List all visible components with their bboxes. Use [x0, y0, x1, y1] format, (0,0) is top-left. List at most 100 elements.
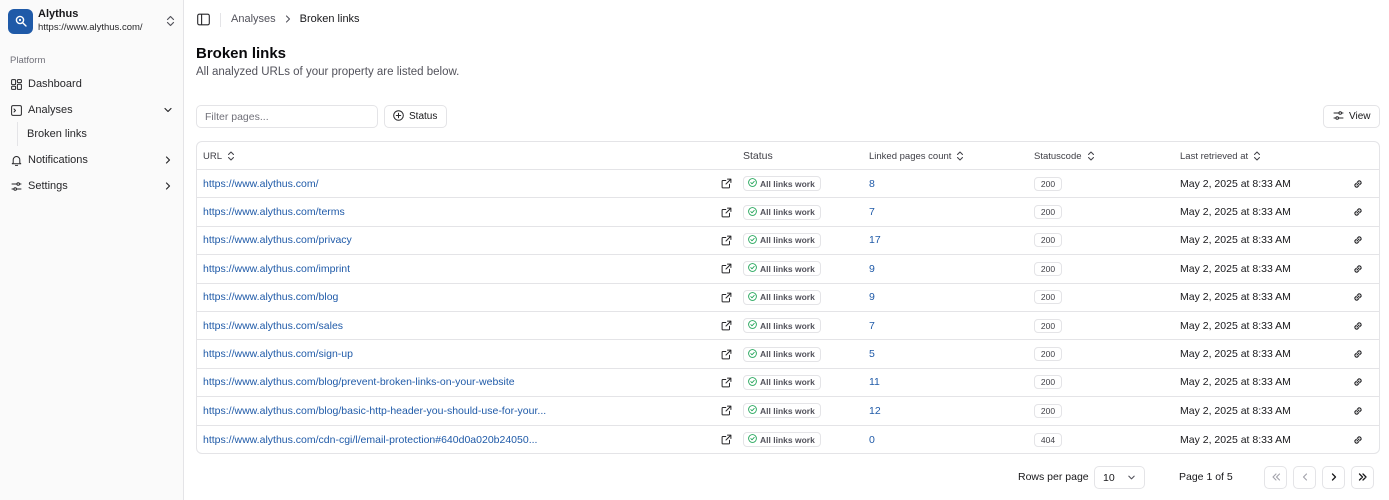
- sidebar-item-analyses[interactable]: Analyses: [8, 99, 176, 121]
- rows-per-page-value: 10: [1103, 471, 1115, 484]
- status-cell: All links work: [743, 397, 821, 424]
- external-link-icon[interactable]: [719, 426, 733, 453]
- external-link-icon[interactable]: [719, 397, 733, 424]
- statuscode-cell: 200: [1034, 255, 1062, 282]
- status-badge: All links work: [743, 374, 821, 390]
- page-indicator: Page 1 of 5: [1179, 471, 1233, 483]
- linked-pages-count[interactable]: 17: [869, 227, 881, 254]
- link-icon[interactable]: [1351, 369, 1365, 396]
- external-link-icon[interactable]: [719, 340, 733, 367]
- statuscode-badge: 200: [1034, 261, 1062, 276]
- column-header-last-retrieved[interactable]: Last retrieved at: [1180, 142, 1261, 170]
- table-row: https://www.alythus.com/imprint All links…: [197, 255, 1379, 284]
- link-icon[interactable]: [1351, 312, 1365, 339]
- link-icon[interactable]: [1351, 397, 1365, 424]
- last-page-button[interactable]: [1351, 466, 1374, 489]
- sidebar-item-notifications[interactable]: Notifications: [8, 149, 176, 171]
- link-icon[interactable]: [1351, 198, 1365, 225]
- first-page-button[interactable]: [1264, 466, 1287, 489]
- linked-pages-count[interactable]: 7: [869, 312, 875, 339]
- sidebar-subitem-broken-links[interactable]: Broken links: [27, 124, 87, 144]
- url-link[interactable]: https://www.alythus.com/blog/prevent-bro…: [203, 369, 515, 396]
- external-link-icon[interactable]: [719, 284, 733, 311]
- sidebar-item-dashboard[interactable]: Dashboard: [8, 73, 176, 95]
- status-badge: All links work: [743, 318, 821, 334]
- linked-pages-count[interactable]: 5: [869, 340, 875, 367]
- linked-pages-count[interactable]: 7: [869, 198, 875, 225]
- sidebar-toggle-icon[interactable]: [197, 13, 211, 27]
- status-cell: All links work: [743, 170, 821, 197]
- linked-pages-count[interactable]: 9: [869, 255, 875, 282]
- check-circle-icon: [748, 206, 757, 218]
- external-link-icon[interactable]: [719, 369, 733, 396]
- filter-pages-input[interactable]: [196, 105, 378, 128]
- url-link[interactable]: https://www.alythus.com/sales: [203, 312, 343, 339]
- org-switcher[interactable]: Alythus https://www.alythus.com/: [8, 6, 176, 36]
- statuscode-cell: 200: [1034, 198, 1062, 225]
- column-header-statuscode[interactable]: Statuscode: [1034, 142, 1095, 170]
- link-icon[interactable]: [1351, 284, 1365, 311]
- external-link-icon[interactable]: [719, 255, 733, 282]
- previous-page-button[interactable]: [1293, 466, 1316, 489]
- external-link-icon[interactable]: [719, 312, 733, 339]
- breadcrumb-current: Broken links: [299, 13, 360, 25]
- statuscode-badge: 200: [1034, 176, 1062, 191]
- next-page-button[interactable]: [1322, 466, 1345, 489]
- column-header-label: Status: [743, 150, 773, 162]
- url-link[interactable]: https://www.alythus.com/cdn-cgi/l/email-…: [203, 426, 537, 453]
- table-header: URL Status Linked pages count Statuscode…: [197, 142, 1379, 170]
- link-icon[interactable]: [1351, 170, 1365, 197]
- url-link[interactable]: https://www.alythus.com/terms: [203, 198, 345, 225]
- url-link[interactable]: https://www.alythus.com/sign-up: [203, 340, 353, 367]
- table-row: https://www.alythus.com/sales All links w…: [197, 312, 1379, 341]
- rows-per-page-select[interactable]: 10: [1094, 466, 1145, 489]
- link-icon[interactable]: [1351, 426, 1365, 453]
- last-retrieved-date: May 2, 2025 at 8:33 AM: [1180, 319, 1291, 332]
- status-cell: All links work: [743, 198, 821, 225]
- url-link[interactable]: https://www.alythus.com/blog: [203, 284, 338, 311]
- view-options-button[interactable]: View: [1323, 105, 1380, 128]
- column-header-label: Last retrieved at: [1180, 150, 1249, 162]
- url-link[interactable]: https://www.alythus.com/blog/basic-http-…: [203, 397, 546, 424]
- check-circle-icon: [748, 320, 757, 331]
- linked-pages-count[interactable]: 11: [869, 369, 880, 396]
- external-link-icon[interactable]: [719, 227, 733, 254]
- link-icon[interactable]: [1351, 255, 1365, 282]
- org-name: Alythus: [38, 8, 79, 20]
- chevron-right-icon: [1329, 470, 1339, 485]
- linked-pages-count[interactable]: 12: [869, 397, 881, 424]
- link-icon[interactable]: [1351, 227, 1365, 254]
- external-link-icon[interactable]: [719, 198, 733, 225]
- statuscode-cell: 200: [1034, 340, 1062, 367]
- link-icon[interactable]: [1351, 340, 1365, 367]
- column-header-url[interactable]: URL: [203, 142, 235, 170]
- url-link[interactable]: https://www.alythus.com/privacy: [203, 227, 352, 254]
- chevron-right-icon: [162, 180, 174, 192]
- statuscode-badge: 200: [1034, 205, 1062, 220]
- url-link[interactable]: https://www.alythus.com/imprint: [203, 255, 350, 282]
- sort-icon: [956, 151, 964, 161]
- url-link[interactable]: https://www.alythus.com/: [203, 170, 319, 197]
- check-circle-icon: [748, 348, 757, 360]
- check-circle-icon: [748, 235, 757, 246]
- settings-icon: [9, 179, 23, 193]
- linked-pages-count[interactable]: 9: [869, 284, 875, 311]
- sidebar: Alythus https://www.alythus.com/ Platfor…: [0, 0, 184, 500]
- last-retrieved-date: May 2, 2025 at 8:33 AM: [1180, 206, 1291, 219]
- check-circle-icon: [748, 263, 757, 274]
- status-cell: All links work: [743, 227, 821, 254]
- column-header-label: URL: [203, 150, 223, 162]
- chevron-left-icon: [1300, 470, 1310, 485]
- external-link-icon[interactable]: [719, 170, 733, 197]
- column-header-linked-count[interactable]: Linked pages count: [869, 142, 964, 170]
- sidebar-subitem-label: Broken links: [27, 128, 87, 140]
- status-filter-button[interactable]: Status: [384, 105, 447, 128]
- statuscode-cell: 404: [1034, 426, 1062, 453]
- breadcrumb-link-analyses[interactable]: Analyses: [231, 13, 276, 25]
- last-retrieved-date: May 2, 2025 at 8:33 AM: [1180, 262, 1291, 275]
- sidebar-group-label: Platform: [10, 55, 46, 66]
- linked-pages-count[interactable]: 8: [869, 170, 875, 197]
- sidebar-item-settings[interactable]: Settings: [8, 175, 176, 197]
- linked-pages-count[interactable]: 0: [869, 426, 875, 453]
- sort-icon: [1253, 151, 1261, 161]
